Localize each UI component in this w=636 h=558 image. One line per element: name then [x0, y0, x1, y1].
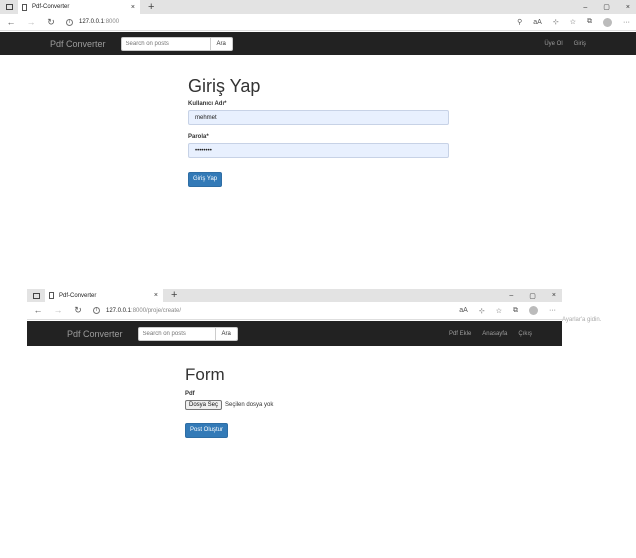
- nav-link-add-pdf[interactable]: Pdf Ekle: [449, 331, 471, 337]
- password-field[interactable]: ••••••••: [188, 143, 449, 158]
- window-controls: – ▢ ×: [509, 289, 556, 302]
- search-form: Ara: [120, 36, 233, 51]
- search-icon[interactable]: ⚲: [517, 18, 522, 26]
- login-button[interactable]: Giriş Yap: [188, 172, 223, 187]
- nav-link-home[interactable]: Anasayfa: [482, 331, 507, 337]
- search-form: Ara: [137, 326, 238, 341]
- site-navbar: Pdf Converter Ara Üye Ol Giriş: [0, 32, 636, 55]
- site-navbar: Pdf Converter Ara Pdf Ekle Anasayfa Çıkı…: [27, 321, 562, 346]
- tab-close-icon[interactable]: ×: [131, 4, 135, 11]
- minimize-button[interactable]: –: [509, 292, 513, 299]
- close-window-button[interactable]: ×: [626, 4, 630, 11]
- refresh-icon[interactable]: ↻: [71, 305, 85, 316]
- minimize-button[interactable]: –: [583, 4, 587, 11]
- forward-arrow-icon[interactable]: →: [24, 17, 38, 28]
- tab-title: Pdf-Converter: [32, 4, 70, 10]
- search-input[interactable]: [137, 326, 216, 341]
- tab-close-icon[interactable]: ×: [154, 292, 158, 299]
- site-info-icon[interactable]: i: [66, 18, 73, 26]
- more-menu-icon[interactable]: ···: [549, 307, 556, 314]
- windows-activation-text: Ayarlar'a gidin.: [562, 317, 602, 323]
- site-info-icon[interactable]: i: [93, 307, 100, 314]
- translate-icon[interactable]: ⊹: [479, 307, 485, 315]
- browser-tab[interactable]: Pdf-Converter ×: [18, 0, 140, 14]
- window-controls: – ▢ ×: [583, 0, 630, 14]
- browser-toolbar: ⚲ aA ⊹ ☆ ⧉ ···: [517, 14, 630, 30]
- page-icon: [49, 292, 54, 299]
- back-arrow-icon[interactable]: ←: [31, 305, 45, 316]
- password-label: Parola*: [188, 134, 209, 140]
- more-menu-icon[interactable]: ···: [623, 19, 630, 26]
- browser-window-login: Pdf-Converter × + – ▢ × ← → ↻ i 127.0.0.…: [0, 0, 636, 280]
- username-field[interactable]: mehmet: [188, 110, 449, 125]
- create-post-button[interactable]: Post Oluştur: [185, 423, 229, 438]
- profile-avatar-icon[interactable]: [603, 17, 612, 27]
- nav-link-logout[interactable]: Çıkış: [518, 331, 532, 337]
- search-input[interactable]: [120, 36, 211, 51]
- collections-icon[interactable]: ⧉: [587, 18, 592, 26]
- url-field[interactable]: i 127.0.0.1:8000: [66, 18, 120, 26]
- translate-icon[interactable]: ⊹: [553, 18, 559, 26]
- search-button[interactable]: Ara: [210, 36, 233, 51]
- choose-file-button[interactable]: Dosya Seç: [185, 400, 223, 410]
- navbar-links: Üye Ol Giriş: [544, 32, 586, 55]
- back-arrow-icon[interactable]: ←: [4, 17, 18, 28]
- forward-arrow-icon[interactable]: →: [51, 305, 65, 316]
- page-icon: [22, 3, 27, 11]
- browser-window-create: Pdf-Converter × + – ▢ × ← → ↻ i 127.0.0.…: [27, 289, 562, 551]
- profile-avatar-icon[interactable]: [529, 306, 538, 315]
- login-form: Giriş Yap Kullanıcı Adı* mehmet Parola* …: [188, 76, 449, 187]
- tab-actions-icon[interactable]: [33, 292, 40, 299]
- tab-strip: Pdf-Converter × + – ▢ ×: [0, 0, 636, 14]
- new-tab-button[interactable]: +: [171, 290, 177, 301]
- url-path: :8000: [104, 19, 120, 25]
- address-bar: ← → ↻ i 127.0.0.1:8000 ⚲ aA ⊹ ☆ ⧉ ···: [0, 14, 636, 31]
- collections-icon[interactable]: ⧉: [513, 307, 518, 315]
- browser-tab[interactable]: Pdf-Converter ×: [45, 289, 163, 302]
- nav-link-register[interactable]: Üye Ol: [544, 41, 562, 47]
- url-field[interactable]: i 127.0.0.1:8000/proje/create/: [93, 307, 181, 314]
- read-aloud-icon[interactable]: aA: [533, 19, 542, 26]
- username-label: Kullanıcı Adı*: [188, 101, 227, 107]
- close-window-button[interactable]: ×: [552, 292, 556, 299]
- tab-title: Pdf-Converter: [59, 292, 97, 299]
- url-host: 127.0.0.1: [79, 19, 105, 25]
- navbar-brand[interactable]: Pdf Converter: [50, 39, 106, 49]
- tab-actions-icon[interactable]: [6, 4, 13, 10]
- page-title: Form: [185, 365, 225, 384]
- maximize-button[interactable]: ▢: [529, 292, 536, 300]
- nav-link-login[interactable]: Giriş: [574, 41, 586, 47]
- navbar-links: Pdf Ekle Anasayfa Çıkış: [449, 321, 532, 346]
- file-status-text: Seçilen dosya yok: [225, 402, 274, 408]
- browser-toolbar: aA ⊹ ☆ ⧉ ···: [459, 302, 556, 319]
- favorites-star-icon[interactable]: ☆: [570, 18, 576, 26]
- maximize-button[interactable]: ▢: [603, 3, 610, 11]
- create-form: Form Pdf Dosya Seç Seçilen dosya yok Pos…: [185, 365, 485, 438]
- read-aloud-icon[interactable]: aA: [459, 307, 468, 314]
- address-bar: ← → ↻ i 127.0.0.1:8000/proje/create/ aA …: [27, 302, 562, 320]
- tab-strip: Pdf-Converter × + – ▢ ×: [27, 289, 562, 302]
- refresh-icon[interactable]: ↻: [44, 17, 58, 28]
- file-input: Dosya Seç Seçilen dosya yok: [185, 400, 485, 410]
- page-title: Giriş Yap: [188, 76, 261, 96]
- url-host: 127.0.0.1: [106, 307, 132, 314]
- pdf-label: Pdf: [185, 391, 195, 397]
- url-path: :8000/proje/create/: [131, 307, 182, 314]
- navbar-brand[interactable]: Pdf Converter: [67, 329, 123, 339]
- new-tab-button[interactable]: +: [148, 1, 154, 13]
- favorites-star-icon[interactable]: ☆: [496, 307, 502, 315]
- search-button[interactable]: Ara: [215, 326, 238, 341]
